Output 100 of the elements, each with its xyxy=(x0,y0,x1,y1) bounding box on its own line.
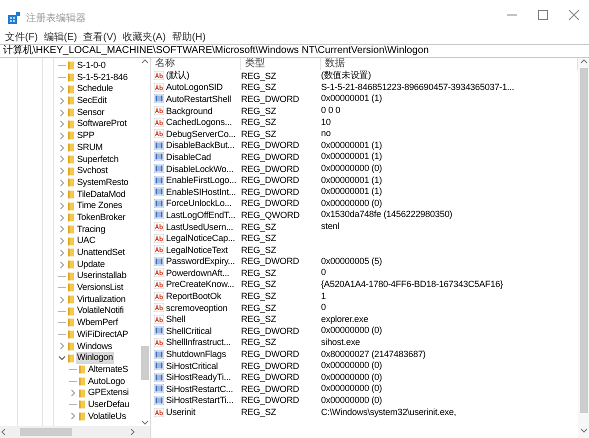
table-cell-text: REG_DWORD xyxy=(241,198,300,208)
table-cell: EnableSIHostInt... xyxy=(166,186,236,197)
table-cell: LegalNoticeText xyxy=(166,244,228,255)
table-cell: ReportBootOk xyxy=(166,291,222,302)
scroll-down-icon[interactable] xyxy=(580,426,588,434)
menu-item[interactable]: 帮助(H) xyxy=(172,30,206,44)
tree-item[interactable]: WbemPerf xyxy=(76,317,119,329)
tree-item[interactable]: Virtualization xyxy=(76,294,127,306)
table-cell: DisableBackBut... xyxy=(166,140,234,150)
table-cell-text: REG_SZ xyxy=(241,279,278,290)
tree-item[interactable]: AutoLogo xyxy=(87,376,126,388)
tree-item[interactable]: Time Zones xyxy=(76,200,124,212)
binary-value-icon xyxy=(154,187,164,196)
table-cell: ShellCritical xyxy=(166,326,212,336)
chevron-icon[interactable] xyxy=(58,354,66,362)
scroll-up-icon[interactable] xyxy=(580,58,588,66)
table-cell: 0x00000000 (0) xyxy=(321,163,382,174)
string-value-icon xyxy=(154,129,164,138)
column-header[interactable]: 名称 xyxy=(151,58,241,70)
tree-item[interactable]: Tracing xyxy=(76,224,106,236)
tree-item[interactable]: UnattendSet xyxy=(76,247,126,259)
folder-icon xyxy=(68,108,74,118)
table-cell: Shell xyxy=(166,314,186,324)
column-header[interactable]: 类型 xyxy=(241,58,321,70)
menu-item[interactable]: 收藏夹(A) xyxy=(122,30,166,44)
tree-item[interactable]: Svchost xyxy=(76,165,109,177)
table-cell: PasswordExpiry... xyxy=(166,256,235,266)
table-cell: ForceUnlockLo... xyxy=(166,198,232,208)
address-bar[interactable]: 计算机\HKEY_LOCAL_MACHINE\SOFTWARE\Microsoft\Windows NT\CurrentVersion\Winlogon xyxy=(0,44,589,58)
table-cell: 0x00000001 (1) xyxy=(321,186,382,196)
table-cell-text: REG_SZ xyxy=(241,337,278,348)
tree-item[interactable]: TileDataMod xyxy=(76,188,126,200)
tree-item[interactable]: UserDefau xyxy=(87,398,130,411)
folder-icon xyxy=(68,354,74,363)
tree-item[interactable]: VolatileNotifi xyxy=(76,305,125,318)
tree-item[interactable]: SecEdit xyxy=(76,95,108,107)
table-cell: 0x00000000 (0) xyxy=(321,360,382,370)
tree-item[interactable]: S-1-5-21-846 xyxy=(76,72,129,84)
table-cell: LastLogOffEndT... xyxy=(166,210,236,220)
string-value-icon xyxy=(154,71,164,80)
tree-item[interactable]: Userinstallab xyxy=(76,270,128,282)
binary-value-icon xyxy=(154,256,164,266)
tree-item[interactable]: SRUM xyxy=(76,142,104,154)
string-value-icon xyxy=(154,82,164,92)
folder-icon xyxy=(68,283,74,292)
tree-item[interactable]: S-1-0-0 xyxy=(76,60,107,72)
tree-item[interactable]: Superfetch xyxy=(76,154,120,166)
table-cell: DebugServerCo... xyxy=(166,128,236,139)
table-cell: AutoLogonSID xyxy=(166,82,223,92)
folder-icon xyxy=(68,120,74,129)
scrollbar-thumb[interactable] xyxy=(141,346,149,380)
binary-value-icon xyxy=(154,361,164,370)
tree-item[interactable]: Windows xyxy=(76,340,114,352)
table-cell-text: REG_SZ xyxy=(241,302,278,313)
table-cell: SiHostRestartC... xyxy=(166,384,233,394)
folder-icon xyxy=(68,213,74,222)
scrollbar-thumb[interactable] xyxy=(580,68,588,413)
table-cell: AutoRestartShell xyxy=(166,94,232,104)
string-value-icon xyxy=(154,408,164,417)
menu-item[interactable]: 编辑(E) xyxy=(44,30,78,44)
close-icon[interactable] xyxy=(568,10,578,20)
folder-icon xyxy=(68,73,74,82)
maximize-icon[interactable] xyxy=(538,10,548,20)
menu-item[interactable]: 文件(F) xyxy=(5,30,38,44)
table-cell: Userinit xyxy=(166,407,196,418)
table-cell-text: REG_SZ xyxy=(241,314,278,324)
tree-item[interactable]: UAC xyxy=(76,235,96,248)
table-cell: 0x00000001 (1) xyxy=(321,151,382,162)
tree-item[interactable]: VolatileUs xyxy=(87,410,128,422)
table-cell: 0x00000001 (1) xyxy=(321,140,382,150)
tree-item[interactable]: Update xyxy=(76,258,106,270)
string-value-icon xyxy=(154,280,164,289)
folder-icon xyxy=(79,388,85,398)
scroll-right-icon[interactable] xyxy=(128,428,136,436)
folder-icon xyxy=(68,330,74,340)
scroll-down-icon[interactable] xyxy=(141,418,149,426)
tree-item[interactable]: Schedule xyxy=(76,83,114,96)
tree-item[interactable]: Sensor xyxy=(76,106,106,118)
tree-item[interactable]: SPP xyxy=(76,130,96,142)
tree-item[interactable]: WiFiDirectAP xyxy=(76,328,130,341)
tree-item[interactable]: SystemResto xyxy=(76,176,130,189)
tree-item[interactable]: GPExtensi xyxy=(87,387,130,399)
tree-item[interactable]: AlternateS xyxy=(87,364,130,376)
tree-item[interactable]: TokenBroker xyxy=(76,212,126,224)
table-cell: stenl xyxy=(321,221,340,232)
tree-item[interactable]: VersionsList xyxy=(76,282,124,294)
scroll-left-icon[interactable] xyxy=(0,428,8,436)
table-cell-text: REG_SZ xyxy=(241,268,278,278)
tree-item[interactable]: SoftwareProt xyxy=(76,118,128,130)
table-cell: (默认) xyxy=(166,69,190,82)
table-cell: 1 xyxy=(321,290,326,301)
binary-value-icon xyxy=(154,198,164,208)
folder-icon xyxy=(68,248,74,258)
scroll-up-icon[interactable] xyxy=(141,58,149,66)
scrollbar-thumb[interactable] xyxy=(20,428,72,436)
menu-item[interactable]: 查看(V) xyxy=(83,30,116,44)
tree-item[interactable]: Winlogon xyxy=(76,352,114,364)
table-cell: 0x00000000 (0) xyxy=(321,198,382,208)
table-cell-text: REG_DWORD xyxy=(241,94,300,104)
table-cell-text: REG_DWORD xyxy=(241,384,300,394)
